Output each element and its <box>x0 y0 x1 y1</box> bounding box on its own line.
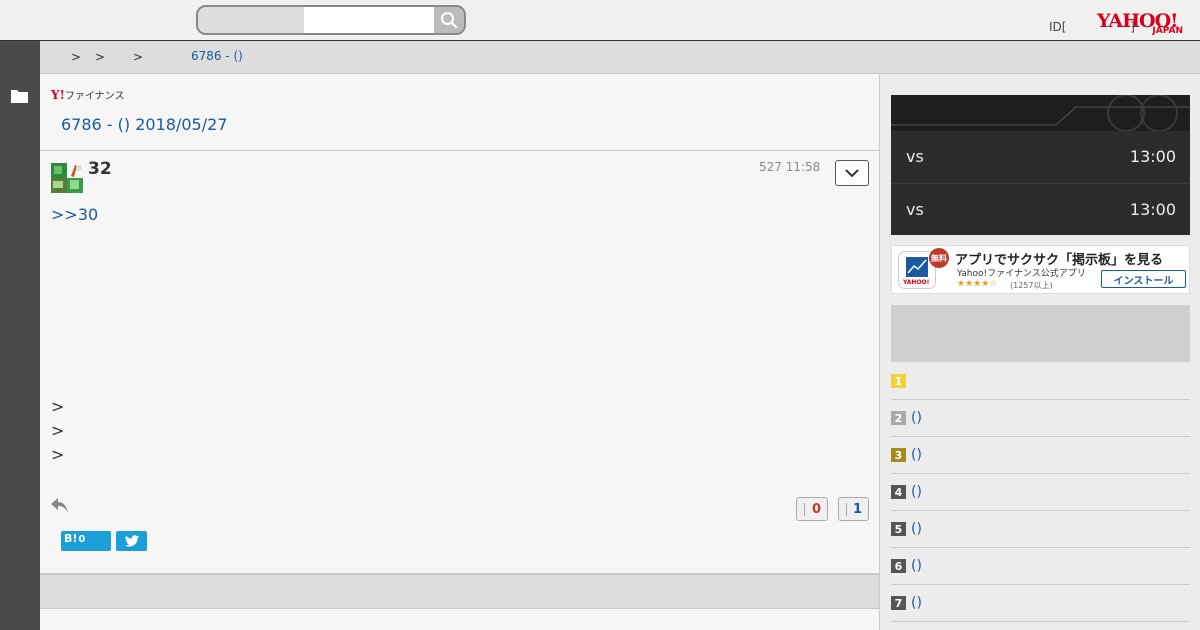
breadcrumb-separator: > <box>95 50 106 64</box>
main-content: Y!ファイナンス 6786 - () 2018/05/27 32 527 11:… <box>40 74 879 630</box>
twitter-share-button[interactable] <box>116 531 147 551</box>
post-menu-button[interactable] <box>835 160 869 186</box>
post-text-line: > <box>51 397 65 416</box>
post-timestamp: 527 11:58 <box>759 160 821 174</box>
app-icon-label: YAHOO! <box>903 279 930 286</box>
rank-label[interactable]: () <box>911 558 922 574</box>
top-bar: ID[ ] YAHOO! JAPAN <box>0 0 1200 41</box>
rank-number: 5 <box>891 522 906 536</box>
hatena-count: 0 <box>78 534 86 545</box>
hatena-label: B! <box>64 532 78 545</box>
hatena-bookmark-button[interactable]: B!0 <box>61 531 111 551</box>
baseball-scoreboard[interactable]: vs 13:00 vs 13:00 <box>891 95 1190 235</box>
scoreboard-header <box>891 95 1190 131</box>
search-button[interactable] <box>434 7 464 33</box>
app-banner-subtitle: Yahoo!ファイナンス公式アプリ <box>957 269 1086 279</box>
logo-finance: ファイナンス <box>64 91 125 102</box>
logo-y: Y! <box>51 88 65 102</box>
game-row[interactable]: vs 13:00 <box>891 183 1190 235</box>
search-input[interactable] <box>304 7 434 33</box>
ranking-item[interactable]: 3 () <box>891 437 1190 474</box>
yahoo-japan-logo[interactable]: YAHOO! JAPAN <box>1097 10 1187 36</box>
game-time: 13:00 <box>1129 200 1176 219</box>
ranking-item[interactable]: 7 () <box>891 585 1190 622</box>
yahoo-finance-logo[interactable]: Y!ファイナンス <box>51 87 124 102</box>
dislike-count: 1 <box>852 501 862 517</box>
reply-anchor-link[interactable]: >>30 <box>51 205 98 224</box>
divider <box>40 150 879 151</box>
rank-number: 1 <box>891 374 906 388</box>
avatar[interactable] <box>51 163 83 193</box>
rank-label[interactable]: () <box>911 521 922 537</box>
reply-icon[interactable] <box>50 497 69 514</box>
game-time: 13:00 <box>1129 147 1176 166</box>
baseball-icon <box>891 95 1190 131</box>
search-box <box>196 5 466 35</box>
post-text-line: > <box>51 445 65 464</box>
login-link-label: ID[ <box>1049 20 1067 34</box>
ranking-item[interactable]: 1 <box>891 363 1190 400</box>
app-install-banner[interactable]: YAHOO! 無料 アプリでサクサク「掲示板」を見る Yahoo!ファイナンス公… <box>891 245 1190 294</box>
left-rail <box>0 41 40 630</box>
rank-number: 4 <box>891 485 906 499</box>
rank-number: 3 <box>891 448 906 462</box>
rank-number: 6 <box>891 559 906 573</box>
ad-slot <box>891 305 1190 362</box>
rank-label[interactable]: () <box>911 447 922 463</box>
like-icon <box>804 503 805 516</box>
post-text-line: > <box>51 421 65 440</box>
install-button[interactable]: インストール <box>1101 270 1186 288</box>
free-badge: 無料 <box>929 248 949 268</box>
game-matchup: vs <box>906 200 924 219</box>
ranking-item[interactable]: 6 () <box>891 548 1190 585</box>
game-row[interactable]: vs 13:00 <box>891 131 1190 183</box>
like-count: 0 <box>811 501 821 517</box>
logo-subtext: JAPAN <box>1152 26 1183 36</box>
ranking-item[interactable]: 2 () <box>891 400 1190 437</box>
breadcrumb-current[interactable]: 6786 - () <box>191 49 243 63</box>
twitter-bird-icon <box>124 535 139 547</box>
game-matchup: vs <box>906 147 924 166</box>
search-icon <box>441 12 458 29</box>
rank-label[interactable]: () <box>911 595 922 611</box>
rank-number: 7 <box>891 596 906 610</box>
right-sidebar: vs 13:00 vs 13:00 YAHOO! 無料 アプリでサクサク「掲示板… <box>879 74 1200 630</box>
dislike-button[interactable]: 1 <box>838 497 869 521</box>
chevron-down-icon <box>845 169 859 178</box>
post-number[interactable]: 32 <box>88 159 112 179</box>
dislike-icon <box>846 503 847 516</box>
rating-count: (1257以上) <box>1010 281 1053 290</box>
search-category[interactable] <box>198 7 304 33</box>
breadcrumb: > > > 6786 - () <box>40 41 1200 74</box>
folder-icon[interactable] <box>11 89 28 103</box>
rank-label[interactable]: () <box>911 410 922 426</box>
ranking-item[interactable]: 5 () <box>891 511 1190 548</box>
thread-footer-bar <box>40 575 879 609</box>
rating-stars-icon: ★★★★☆ <box>957 279 998 289</box>
rank-label[interactable]: () <box>911 484 922 500</box>
thread-title[interactable]: 6786 - () 2018/05/27 <box>61 115 227 134</box>
breadcrumb-separator: > <box>133 50 144 64</box>
like-button[interactable]: 0 <box>796 497 828 521</box>
breadcrumb-separator: > <box>71 50 82 64</box>
rank-number: 2 <box>891 411 906 425</box>
ranking-item[interactable]: 4 () <box>891 474 1190 511</box>
